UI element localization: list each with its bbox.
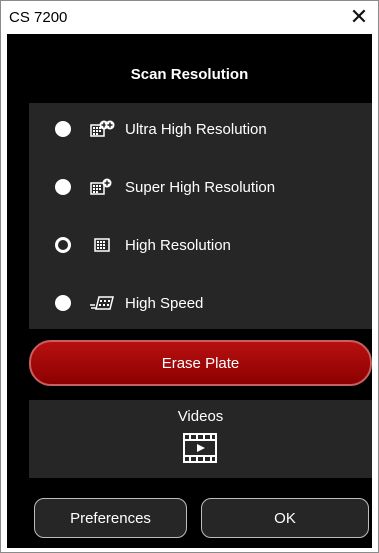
resolution-options-panel: Ultra High Resolution Super High Resolut…: [29, 103, 372, 329]
option-ultra-high-resolution[interactable]: Ultra High Resolution: [29, 109, 372, 149]
super-high-resolution-icon: [89, 177, 115, 197]
radio-ultra-high-resolution[interactable]: [55, 121, 71, 137]
dialog-content: Scan Resolution Ultra High Resolution Su…: [7, 34, 372, 548]
video-play-icon: [183, 433, 217, 463]
option-super-high-resolution[interactable]: Super High Resolution: [29, 167, 372, 207]
dialog-window: CS 7200 ✕ Scan Resolution Ultra High Res…: [0, 0, 379, 553]
close-icon[interactable]: ✕: [346, 4, 372, 30]
option-high-speed[interactable]: High Speed: [29, 283, 372, 323]
window-title: CS 7200: [9, 9, 68, 26]
videos-button[interactable]: Videos: [29, 400, 372, 478]
erase-plate-button[interactable]: Erase Plate: [29, 340, 372, 386]
videos-label: Videos: [177, 408, 224, 425]
title-bar: CS 7200 ✕: [1, 1, 378, 34]
radio-high-speed[interactable]: [55, 295, 71, 311]
scan-resolution-heading: Scan Resolution: [130, 66, 249, 83]
option-label: Ultra High Resolution: [125, 120, 267, 138]
ok-button[interactable]: OK: [201, 498, 369, 538]
preferences-button[interactable]: Preferences: [34, 498, 187, 538]
option-high-resolution[interactable]: High Resolution: [29, 225, 372, 265]
radio-super-high-resolution[interactable]: [55, 179, 71, 195]
ultra-high-resolution-icon: [89, 119, 115, 139]
option-label: Super High Resolution: [125, 178, 276, 196]
option-label: High Resolution: [125, 236, 231, 254]
high-speed-icon: [89, 293, 115, 313]
high-resolution-icon: [89, 235, 115, 255]
radio-high-resolution[interactable]: [55, 237, 71, 253]
option-label: High Speed: [125, 294, 204, 312]
